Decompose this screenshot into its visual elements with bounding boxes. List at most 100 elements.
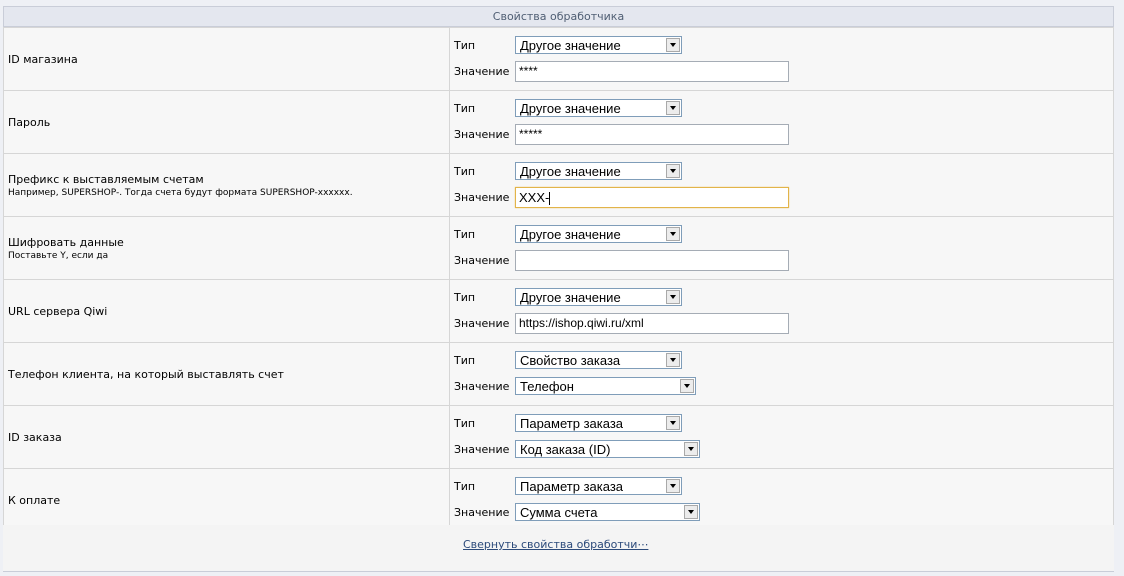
value-label: Значение [454, 254, 510, 267]
value-select-text: Телефон [520, 379, 574, 394]
value-select[interactable]: Код заказа (ID) [515, 440, 700, 458]
value-input[interactable]: ***** [515, 124, 789, 145]
type-row: Тип Другое значение [450, 160, 1113, 186]
property-label-cell: Телефон клиента, на который выставлять с… [3, 342, 450, 406]
type-row: Тип Свойство заказа [450, 349, 1113, 375]
property-label-cell: URL сервера Qiwi [3, 279, 450, 343]
type-row: Тип Другое значение [450, 286, 1113, 312]
value-label: Значение [454, 191, 510, 204]
panel-footer: Свернуть свойства обработчи⋯ [3, 525, 1114, 572]
property-label-cell: Префикс к выставляемым счетам Например, … [3, 153, 450, 217]
properties-table: ID магазина Тип Другое значение Значение… [3, 27, 1114, 532]
property-row: Телефон клиента, на который выставлять с… [3, 342, 1114, 406]
property-row: ID магазина Тип Другое значение Значение… [3, 27, 1114, 91]
type-label: Тип [454, 102, 476, 115]
chevron-down-icon[interactable] [666, 38, 680, 52]
collapse-properties-link[interactable]: Свернуть свойства обработчи⋯ [463, 538, 648, 551]
property-controls-cell: Тип Другое значение Значение XXX- [449, 153, 1114, 217]
property-hint: Например, SUPERSHOP-. Тогда счета будут … [8, 187, 353, 198]
type-select[interactable]: Другое значение [515, 162, 682, 180]
value-row: Значение Телефон [450, 375, 1113, 401]
value-select[interactable]: Сумма счета [515, 503, 700, 521]
type-row: Тип Другое значение [450, 223, 1113, 249]
value-row: Значение [450, 249, 1113, 275]
property-label-cell: ID заказа [3, 405, 450, 469]
value-row: Значение https://ishop.qiwi.ru/xml [450, 312, 1113, 338]
property-label: К оплате [8, 493, 61, 507]
property-row: Пароль Тип Другое значение Значение ****… [3, 90, 1114, 154]
value-row: Значение ***** [450, 123, 1113, 149]
type-select[interactable]: Другое значение [515, 36, 682, 54]
type-label: Тип [454, 480, 476, 493]
property-label-cell: К оплате [3, 468, 450, 532]
type-select[interactable]: Параметр заказа [515, 477, 682, 495]
value-input[interactable]: https://ishop.qiwi.ru/xml [515, 313, 789, 334]
property-row: Шифровать данные Поставьте Y, если да Ти… [3, 216, 1114, 280]
value-input[interactable]: XXX- [515, 187, 789, 208]
type-select-text: Параметр заказа [520, 416, 624, 431]
type-select[interactable]: Другое значение [515, 99, 682, 117]
chevron-down-icon[interactable] [666, 164, 680, 178]
type-select-text: Свойство заказа [520, 353, 621, 368]
value-select[interactable]: Телефон [515, 377, 696, 395]
value-input-text: **** [519, 64, 538, 78]
property-label-cell: ID магазина [3, 27, 450, 91]
property-row: К оплате Тип Параметр заказа Значение Су… [3, 468, 1114, 532]
value-input-text: XXX- [519, 190, 550, 205]
type-select[interactable]: Свойство заказа [515, 351, 682, 369]
chevron-down-icon[interactable] [666, 227, 680, 241]
type-row: Тип Параметр заказа [450, 475, 1113, 501]
type-label: Тип [454, 291, 476, 304]
chevron-down-icon[interactable] [684, 505, 698, 519]
property-label-cell: Шифровать данные Поставьте Y, если да [3, 216, 450, 280]
panel-header: Свойства обработчика [3, 6, 1114, 27]
property-controls-cell: Тип Параметр заказа Значение Сумма счета [449, 468, 1114, 532]
property-label-cell: Пароль [3, 90, 450, 154]
type-select-text: Другое значение [520, 164, 621, 179]
property-row: Префикс к выставляемым счетам Например, … [3, 153, 1114, 217]
chevron-down-icon[interactable] [666, 479, 680, 493]
value-label: Значение [454, 380, 510, 393]
value-label: Значение [454, 443, 510, 456]
chevron-down-icon[interactable] [666, 416, 680, 430]
value-label: Значение [454, 506, 510, 519]
value-select-text: Код заказа (ID) [520, 442, 611, 457]
type-select-text: Другое значение [520, 227, 621, 242]
property-controls-cell: Тип Другое значение Значение [449, 216, 1114, 280]
type-row: Тип Другое значение [450, 97, 1113, 123]
value-input-text: ***** [519, 127, 543, 141]
property-label: Шифровать данные [8, 235, 124, 249]
type-select[interactable]: Параметр заказа [515, 414, 682, 432]
property-label: Пароль [8, 115, 51, 129]
type-label: Тип [454, 417, 476, 430]
value-label: Значение [454, 128, 510, 141]
value-input-text: https://ishop.qiwi.ru/xml [519, 316, 644, 330]
value-label: Значение [454, 65, 510, 78]
type-select[interactable]: Другое значение [515, 225, 682, 243]
property-controls-cell: Тип Параметр заказа Значение Код заказа … [449, 405, 1114, 469]
property-label: ID заказа [8, 430, 62, 444]
property-controls-cell: Тип Другое значение Значение **** [449, 27, 1114, 91]
value-row: Значение **** [450, 60, 1113, 86]
chevron-down-icon[interactable] [666, 290, 680, 304]
chevron-down-icon[interactable] [666, 101, 680, 115]
value-input[interactable]: **** [515, 61, 789, 82]
value-row: Значение Код заказа (ID) [450, 438, 1113, 464]
property-label: ID магазина [8, 52, 78, 66]
type-label: Тип [454, 39, 476, 52]
type-label: Тип [454, 165, 476, 178]
property-row: ID заказа Тип Параметр заказа Значение К… [3, 405, 1114, 469]
chevron-down-icon[interactable] [666, 353, 680, 367]
property-controls-cell: Тип Свойство заказа Значение Телефон [449, 342, 1114, 406]
property-label: Телефон клиента, на который выставлять с… [8, 367, 284, 381]
property-hint: Поставьте Y, если да [8, 250, 109, 261]
chevron-down-icon[interactable] [680, 379, 694, 393]
type-select-text: Параметр заказа [520, 479, 624, 494]
type-select[interactable]: Другое значение [515, 288, 682, 306]
value-label: Значение [454, 317, 510, 330]
value-select-text: Сумма счета [520, 505, 598, 520]
type-select-text: Другое значение [520, 290, 621, 305]
value-input[interactable] [515, 250, 789, 271]
chevron-down-icon[interactable] [684, 442, 698, 456]
property-label: URL сервера Qiwi [8, 304, 108, 318]
